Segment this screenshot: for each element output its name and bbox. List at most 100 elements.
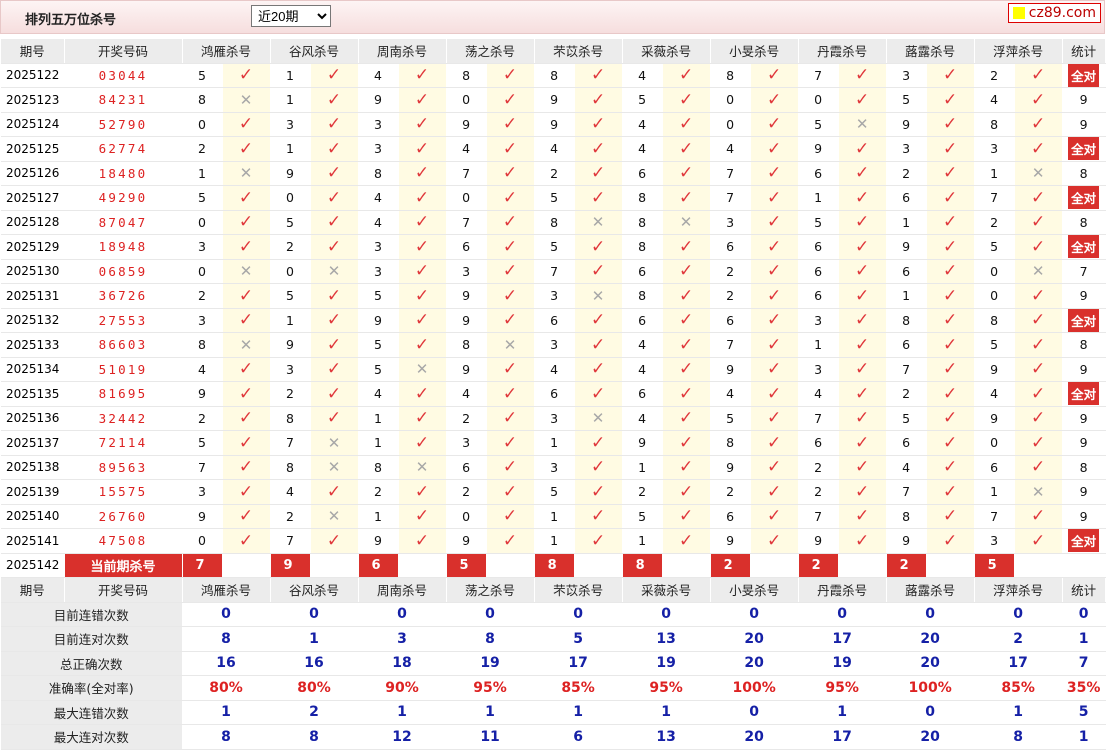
result-cell: ✓: [310, 112, 359, 137]
result-cell: ✓: [750, 381, 799, 407]
empty-cell: [398, 553, 447, 578]
stats-value: 80%: [270, 675, 359, 701]
result-cell: ✓: [398, 87, 447, 113]
period-cell: 2025130: [1, 259, 65, 284]
result-cell: ✓: [222, 381, 271, 407]
kill-number-cell: 1: [358, 430, 399, 456]
check-mark-icon: ✓: [414, 236, 430, 257]
kill-number-cell: 4: [886, 455, 927, 480]
kill-number-cell: 8: [182, 87, 223, 113]
check-mark-icon: ✓: [766, 212, 782, 233]
period-cell: 2025137: [1, 430, 65, 456]
stat-cell: 全对: [1062, 63, 1106, 88]
kill-number-cell: 9: [974, 357, 1015, 382]
check-mark-icon: ✓: [414, 89, 430, 110]
kill-number-cell: 9: [710, 455, 751, 480]
check-mark-icon: ✓: [766, 285, 782, 306]
kill-number-cell: 2: [270, 504, 311, 529]
period-cell: 2025142: [1, 553, 65, 578]
column-header: 丹霞杀号: [798, 577, 887, 603]
kill-number-cell: 8: [182, 332, 223, 358]
kill-number-cell: 6: [886, 332, 927, 358]
draw-number-cell: 18480: [64, 161, 183, 186]
check-mark-icon: ✓: [414, 65, 430, 86]
check-mark-icon: ✓: [943, 457, 958, 478]
draw-number-cell: 06859: [64, 259, 183, 284]
check-mark-icon: ✓: [590, 89, 606, 110]
cross-mark-icon: ✕: [1031, 164, 1045, 183]
stats-value: 12: [358, 724, 447, 750]
check-mark-icon: ✓: [943, 408, 958, 429]
result-cell: ✓: [222, 504, 271, 529]
result-cell: ✓: [310, 234, 359, 260]
kill-number-cell: 3: [710, 210, 751, 235]
kill-number-cell: 1: [270, 136, 311, 162]
kill-number-cell: 5: [886, 406, 927, 431]
kill-number-cell: 7: [710, 161, 751, 186]
stats-value: 20: [886, 626, 975, 652]
result-cell: ✕: [310, 504, 359, 529]
kill-number-cell: 5: [534, 479, 575, 505]
stats-value: 100%: [886, 675, 975, 701]
result-cell: ✓: [398, 210, 447, 235]
kill-number-cell: 6: [798, 430, 839, 456]
check-mark-icon: ✓: [678, 65, 694, 86]
stat-cell: 全对: [1062, 185, 1106, 211]
kill-number-cell: 4: [534, 357, 575, 382]
result-cell: ✓: [310, 479, 359, 505]
result-cell: ✓: [398, 185, 447, 211]
stats-value: 16: [182, 651, 271, 676]
kill-number-cell: 6: [622, 308, 663, 333]
check-mark-icon: ✓: [1031, 310, 1046, 331]
result-cell: ✓: [398, 381, 447, 407]
kill-number-cell: 8: [886, 308, 927, 333]
result-cell: ✓: [310, 185, 359, 211]
result-cell: ✓: [222, 357, 271, 382]
result-cell: ✓: [926, 63, 975, 88]
check-mark-icon: ✓: [590, 334, 606, 355]
check-mark-icon: ✓: [943, 285, 958, 306]
check-mark-icon: ✓: [943, 310, 958, 331]
check-mark-icon: ✓: [238, 530, 254, 551]
result-cell: ✓: [662, 406, 711, 431]
kill-number-cell: 9: [358, 87, 399, 113]
empty-cell: [1062, 553, 1106, 578]
check-mark-icon: ✓: [238, 457, 254, 478]
result-cell: ✓: [838, 357, 887, 382]
stats-value: 0: [1062, 602, 1106, 627]
kill-number-cell: 4: [534, 136, 575, 162]
site-logo[interactable]: cz89.com: [1007, 3, 1101, 23]
column-header: 荡之杀号: [446, 577, 535, 603]
result-cell: ✓: [750, 332, 799, 358]
check-mark-icon: ✓: [502, 310, 518, 331]
kill-number-cell: 5: [798, 210, 839, 235]
result-cell: ✓: [486, 210, 535, 235]
result-cell: ✓: [750, 63, 799, 88]
check-mark-icon: ✓: [943, 530, 958, 551]
check-mark-icon: ✓: [854, 89, 870, 110]
check-mark-icon: ✓: [854, 408, 870, 429]
result-cell: ✓: [398, 63, 447, 88]
kill-number-cell: 3: [974, 136, 1015, 162]
stats-value: 0: [886, 700, 975, 725]
result-cell: ✓: [750, 234, 799, 260]
result-cell: ✓: [662, 136, 711, 162]
all-correct-badge: 全对: [1068, 63, 1100, 87]
stats-value: 80%: [182, 675, 271, 701]
check-mark-icon: ✓: [238, 383, 254, 404]
all-correct-badge: 全对: [1068, 137, 1100, 161]
result-cell: ✓: [926, 259, 975, 284]
stats-value: 11: [446, 724, 535, 750]
column-header: 浮萍杀号: [974, 39, 1063, 64]
stats-value: 95%: [622, 675, 711, 701]
result-cell: ✕: [574, 283, 623, 309]
kill-number-cell: 9: [886, 112, 927, 137]
kill-number-cell: 3: [798, 357, 839, 382]
result-cell: ✓: [574, 381, 623, 407]
stats-value: 0: [534, 602, 623, 627]
cross-mark-icon: ✕: [1031, 482, 1045, 501]
period-cell: 2025133: [1, 332, 65, 358]
result-cell: ✓: [838, 234, 887, 260]
period-select[interactable]: 近20期: [251, 5, 331, 27]
table-row: 2025133 86603 8 ✕ 9 ✓ 5 ✓ 8 ✕ 3 ✓ 4 ✓ 7 ✓ 1 ✓ 6 ✓ 5 ✓ 8: [1, 332, 1106, 358]
